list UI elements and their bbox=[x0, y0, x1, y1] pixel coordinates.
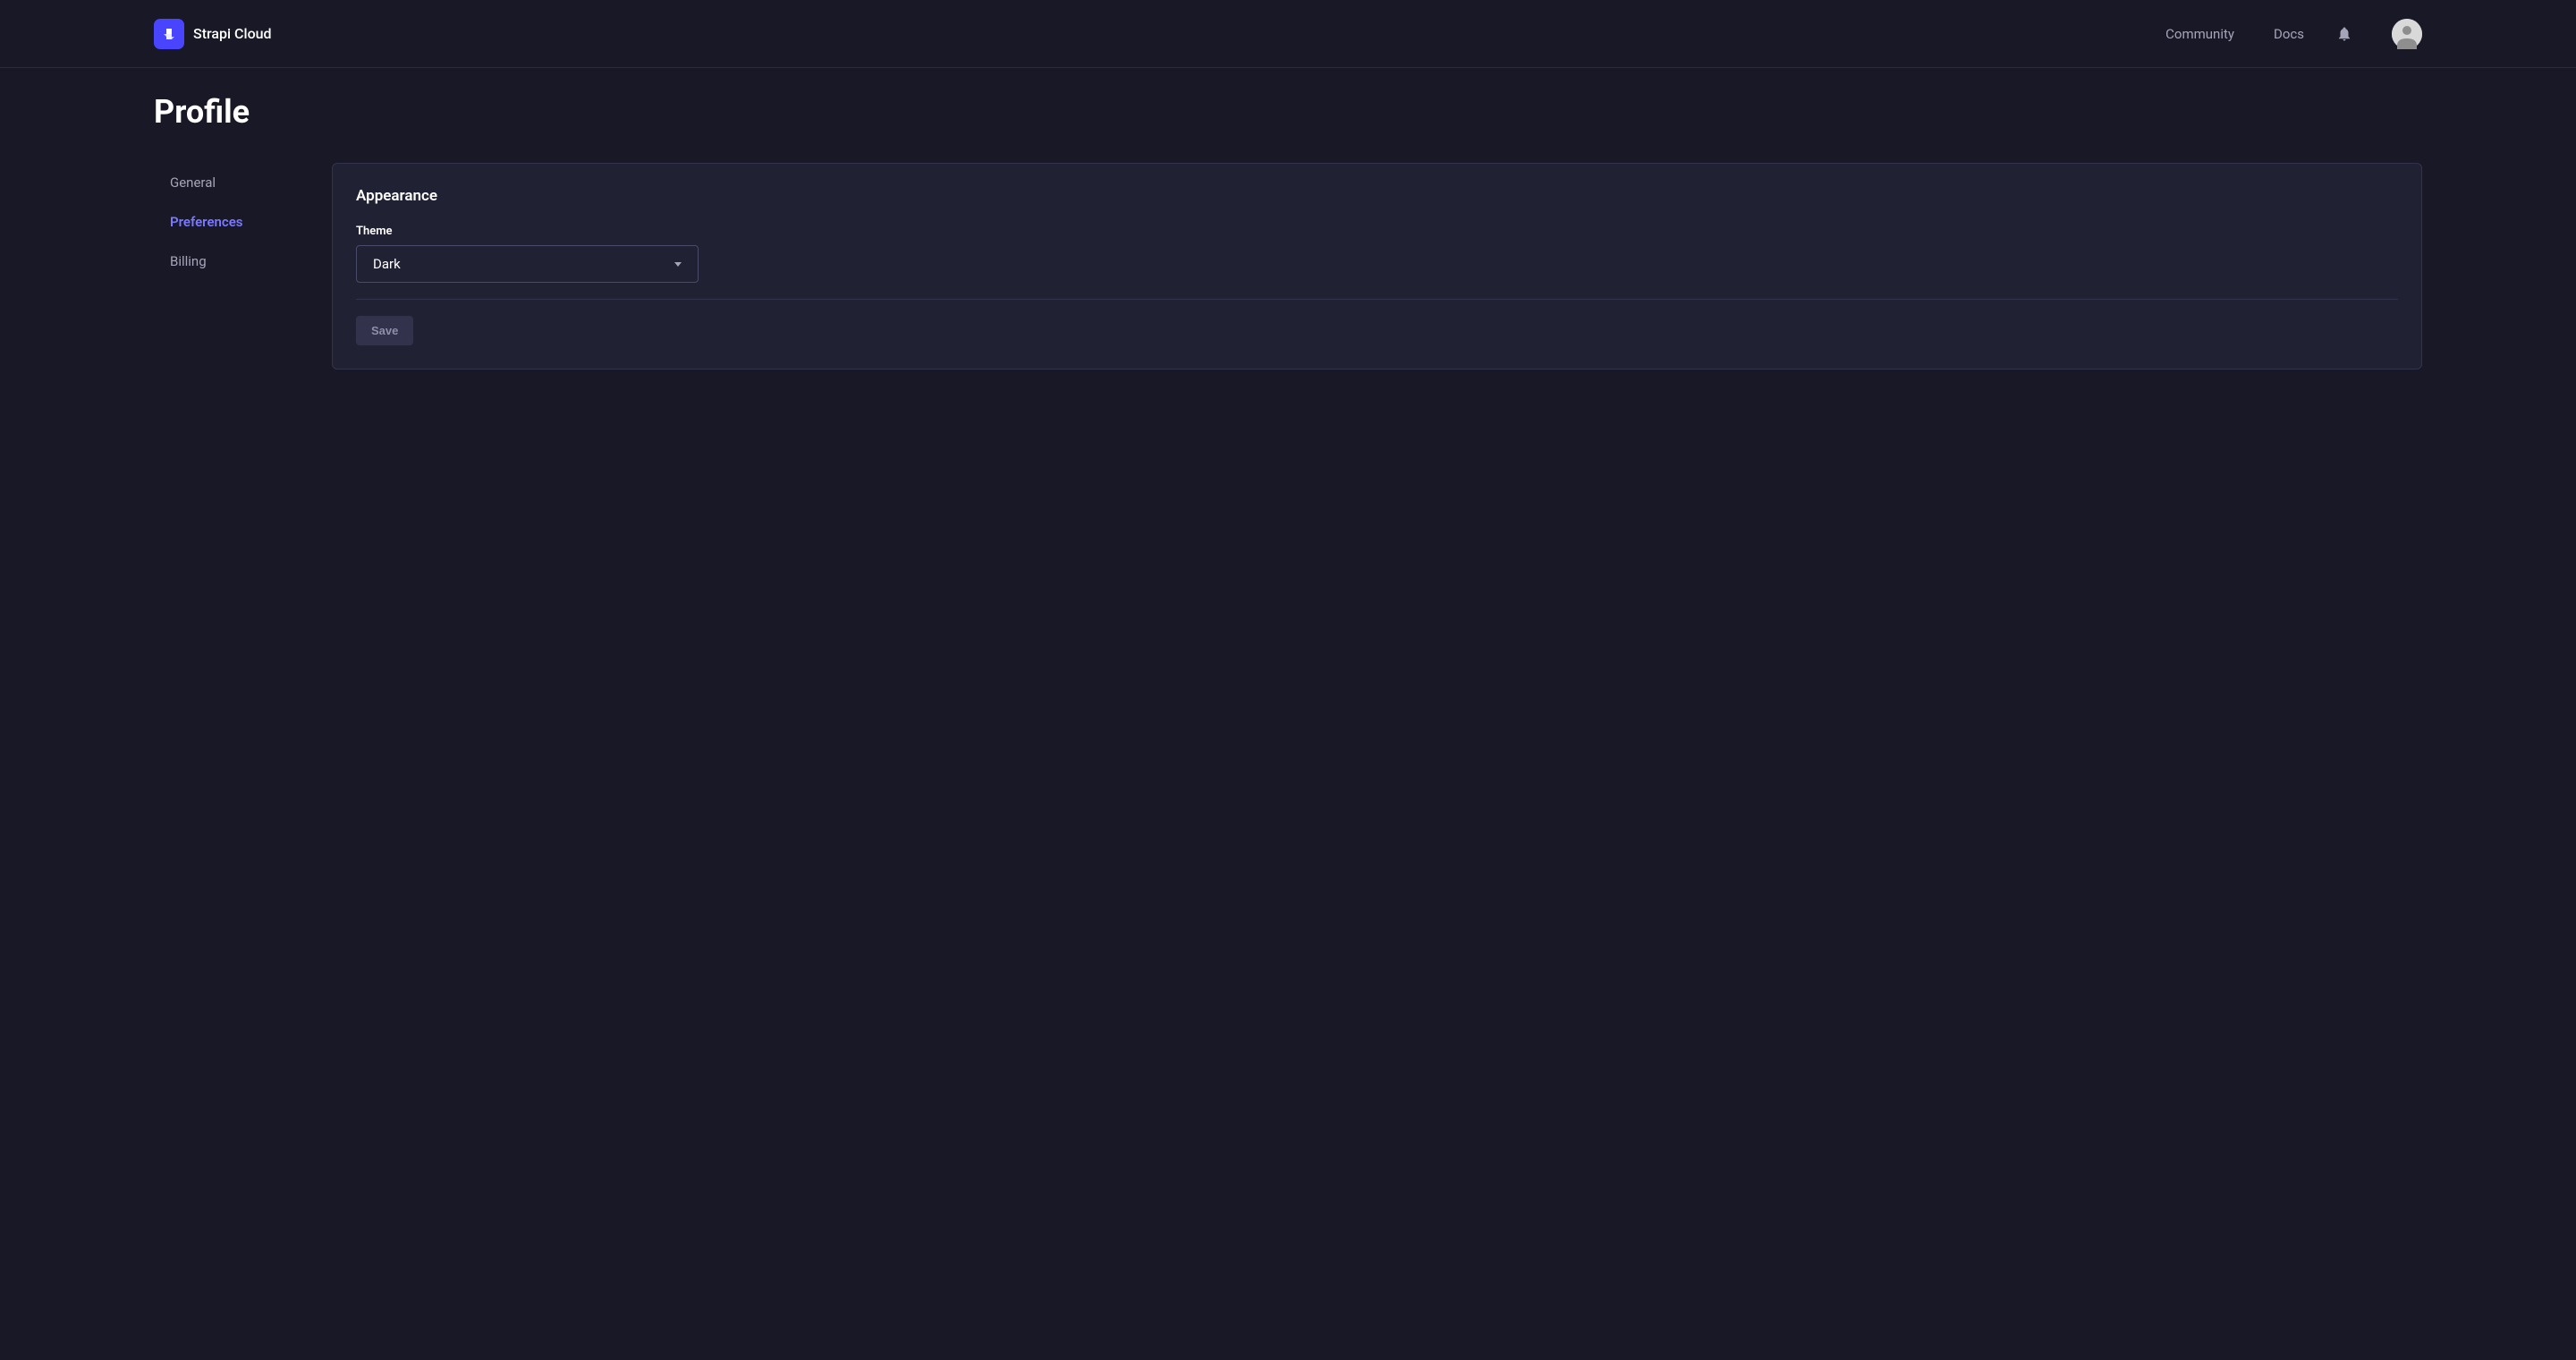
main-panel: Appearance Theme Dark Save bbox=[332, 163, 2422, 370]
avatar-placeholder-icon bbox=[2392, 19, 2422, 49]
main-container: Profile General Preferences Billing Appe… bbox=[0, 68, 2576, 395]
sidebar: General Preferences Billing bbox=[154, 163, 332, 370]
brand-name: Strapi Cloud bbox=[193, 25, 272, 42]
header-right: Community Docs bbox=[2165, 19, 2422, 49]
strapi-logo-icon bbox=[161, 26, 177, 42]
nav-community[interactable]: Community bbox=[2165, 26, 2234, 42]
save-button[interactable]: Save bbox=[356, 316, 413, 345]
theme-select[interactable]: Dark bbox=[356, 245, 699, 283]
divider bbox=[356, 299, 2398, 300]
bell-icon bbox=[2336, 26, 2352, 42]
header-left: Strapi Cloud bbox=[154, 19, 272, 49]
sidebar-item-billing[interactable]: Billing bbox=[154, 242, 332, 281]
caret-down-icon bbox=[674, 262, 682, 267]
logo[interactable] bbox=[154, 19, 184, 49]
sidebar-item-preferences[interactable]: Preferences bbox=[154, 202, 332, 242]
avatar[interactable] bbox=[2392, 19, 2422, 49]
header: Strapi Cloud Community Docs bbox=[0, 0, 2576, 68]
sidebar-item-general[interactable]: General bbox=[154, 163, 332, 202]
content-layout: General Preferences Billing Appearance T… bbox=[154, 163, 2422, 370]
section-title: Appearance bbox=[356, 187, 2398, 205]
theme-select-value: Dark bbox=[373, 256, 401, 272]
nav-docs[interactable]: Docs bbox=[2274, 26, 2304, 42]
page-title: Profile bbox=[154, 93, 2422, 131]
theme-label: Theme bbox=[356, 225, 2398, 238]
theme-select-wrapper: Dark bbox=[356, 245, 699, 283]
notification-button[interactable] bbox=[2336, 26, 2352, 42]
